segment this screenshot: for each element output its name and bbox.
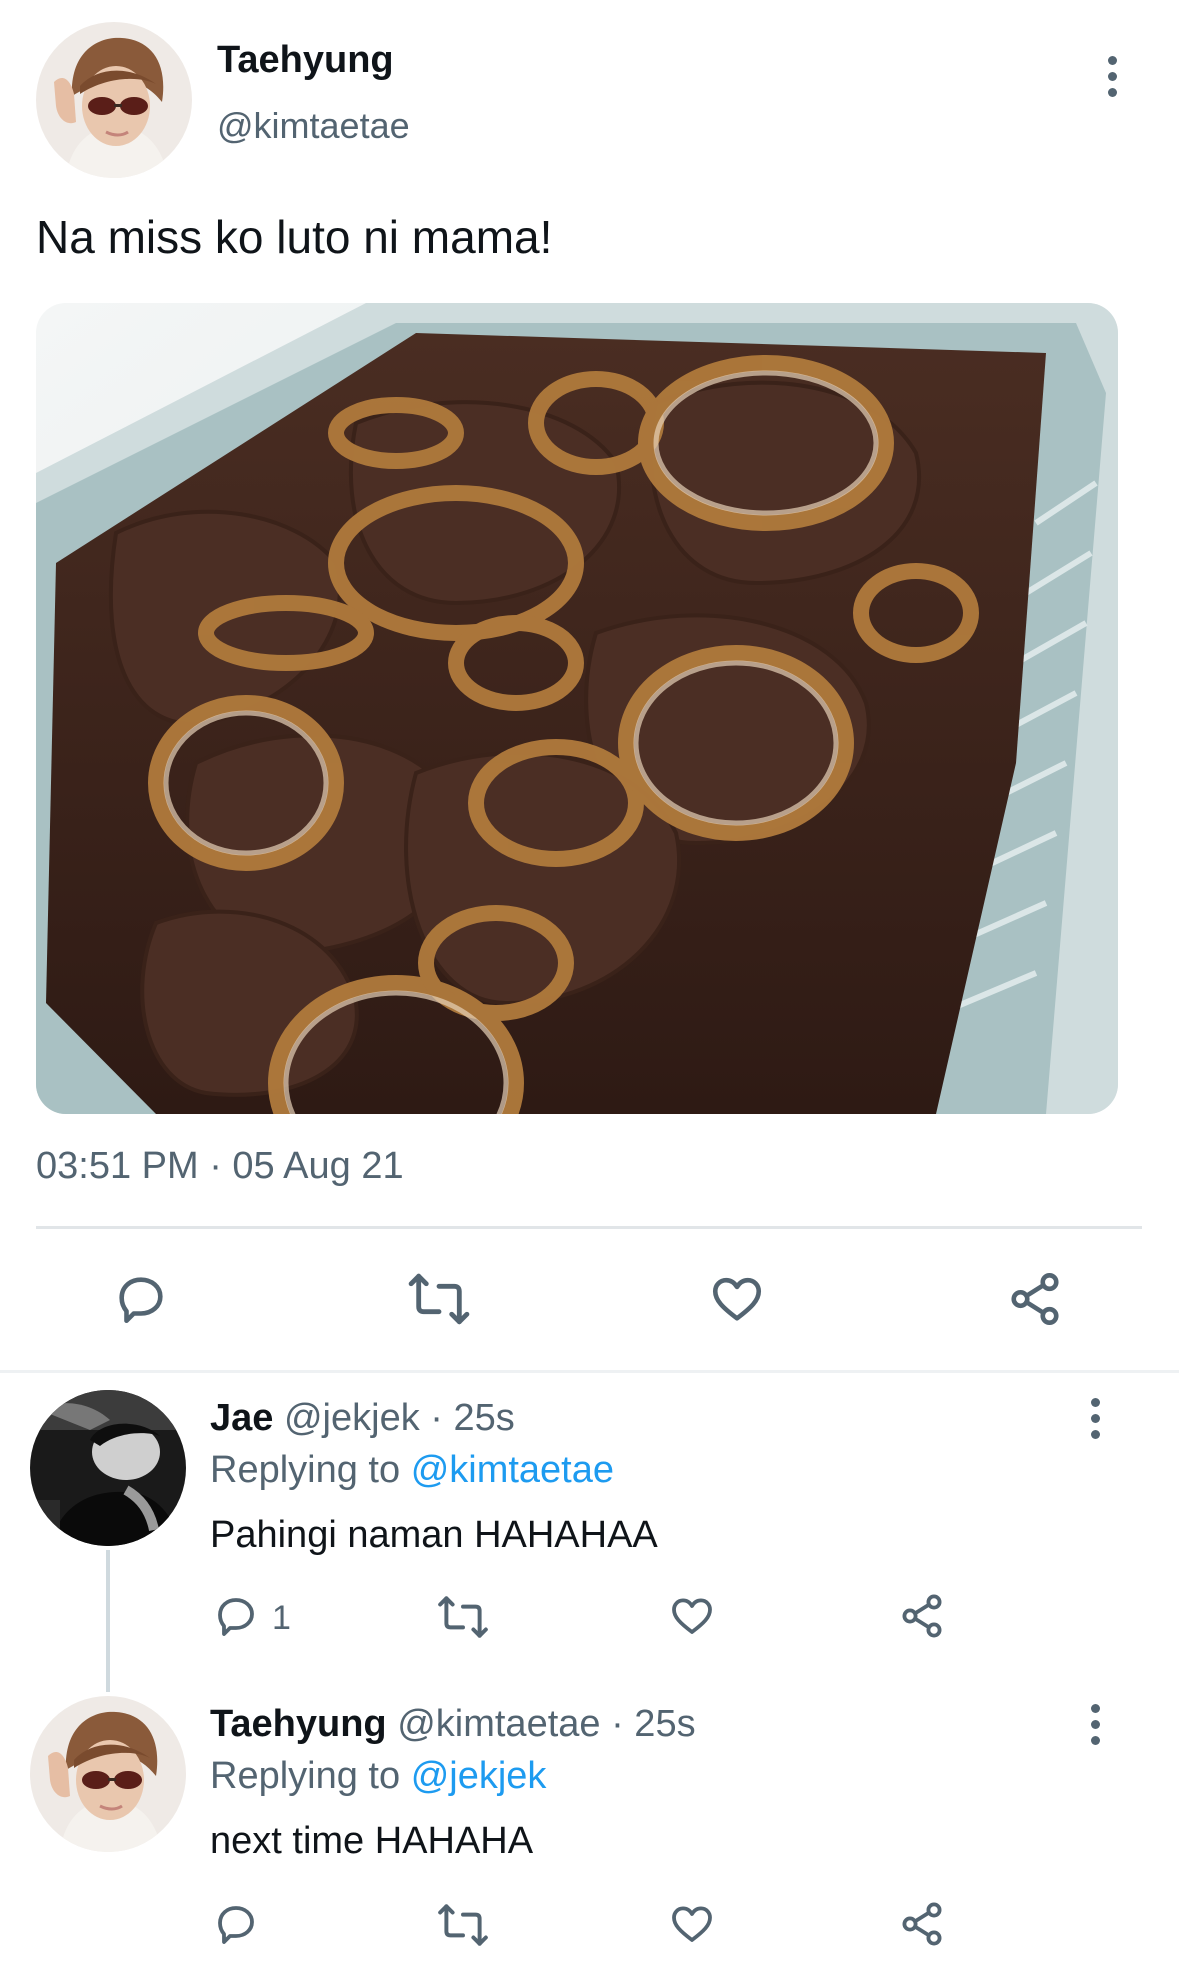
reply-time: · 25s bbox=[611, 1703, 696, 1745]
reply-author-name[interactable]: Taehyung bbox=[210, 1703, 387, 1745]
author-avatar[interactable] bbox=[36, 22, 192, 178]
replying-to-label: Replying to bbox=[210, 1449, 401, 1491]
tweet-text: Na miss ko luto ni mama! bbox=[36, 211, 553, 263]
reply-handle[interactable]: @jekjek bbox=[284, 1397, 420, 1439]
divider bbox=[36, 1226, 1142, 1229]
section-divider bbox=[0, 1370, 1179, 1373]
replying-to: Replying to @kimtaetae bbox=[210, 1448, 614, 1492]
retweet-icon[interactable] bbox=[406, 1270, 472, 1328]
reply-author-name[interactable]: Jae bbox=[210, 1397, 273, 1439]
tweet-media-image[interactable] bbox=[36, 303, 1118, 1114]
retweet-icon[interactable] bbox=[436, 1902, 490, 1948]
like-icon[interactable] bbox=[668, 1900, 716, 1948]
reply-count: 1 bbox=[272, 1599, 291, 1637]
share-icon[interactable] bbox=[898, 1592, 946, 1640]
retweet-icon[interactable] bbox=[436, 1594, 490, 1640]
more-options-icon[interactable] bbox=[1108, 56, 1120, 98]
like-icon[interactable] bbox=[668, 1592, 716, 1640]
thread-line bbox=[106, 1550, 110, 1692]
reply-text: Pahingi naman HAHAHAA bbox=[210, 1514, 658, 1556]
replying-to-handle[interactable]: @jekjek bbox=[411, 1755, 547, 1797]
author-handle[interactable]: @kimtaetae bbox=[217, 104, 410, 148]
reply-icon[interactable] bbox=[212, 1900, 260, 1948]
replying-to-label: Replying to bbox=[210, 1755, 401, 1797]
share-icon[interactable] bbox=[898, 1900, 946, 1948]
like-icon[interactable] bbox=[708, 1270, 766, 1328]
reply-avatar[interactable] bbox=[30, 1390, 186, 1546]
reply-more-options-icon[interactable] bbox=[1091, 1398, 1103, 1440]
replying-to-handle[interactable]: @kimtaetae bbox=[411, 1449, 614, 1491]
reply-header[interactable]: Taehyung @kimtaetae · 25s bbox=[210, 1702, 696, 1746]
reply-icon[interactable] bbox=[112, 1270, 170, 1328]
reply-more-options-icon[interactable] bbox=[1091, 1704, 1103, 1746]
reply-handle[interactable]: @kimtaetae bbox=[397, 1703, 600, 1745]
tweet-timestamp[interactable]: 03:51 PM · 05 Aug 21 bbox=[36, 1144, 404, 1188]
author-name[interactable]: Taehyung bbox=[217, 38, 394, 82]
replying-to: Replying to @jekjek bbox=[210, 1754, 546, 1798]
reply-time: · 25s bbox=[430, 1397, 515, 1439]
share-icon[interactable] bbox=[1006, 1270, 1064, 1328]
reply-avatar[interactable] bbox=[30, 1696, 186, 1852]
reply-text: next time HAHAHA bbox=[210, 1820, 534, 1862]
reply-icon[interactable] bbox=[212, 1592, 260, 1640]
reply-header[interactable]: Jae @jekjek · 25s bbox=[210, 1396, 515, 1440]
